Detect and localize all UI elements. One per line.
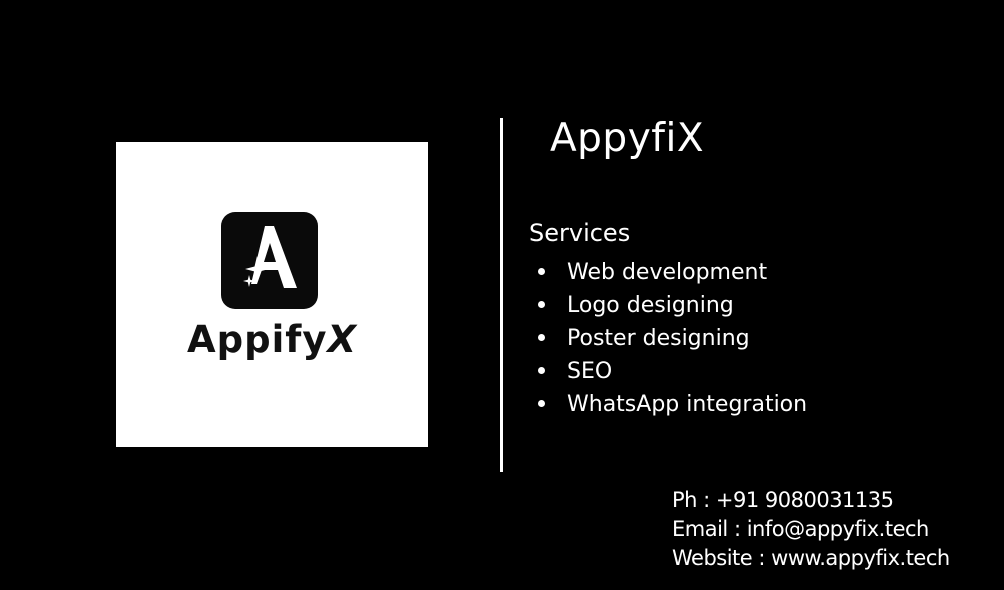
contact-block: Ph : +91 9080031135 Email : info@appyfix… — [672, 486, 950, 573]
bullet-icon — [538, 366, 545, 374]
service-label: Poster designing — [567, 326, 750, 351]
service-item: WhatsApp integration — [538, 388, 807, 421]
logo-wordmark: AppifyX — [116, 318, 428, 361]
email-text: Email : info@appyfix.tech — [672, 517, 929, 541]
bullet-icon — [538, 333, 545, 341]
bullet-icon — [538, 399, 545, 407]
company-name: AppyfiX — [550, 116, 705, 161]
logo-wordmark-main: Appify — [186, 318, 328, 361]
business-card: AppifyX AppyfiX Services Web development… — [0, 0, 1004, 590]
bullet-icon — [538, 267, 545, 275]
logo-tile — [221, 212, 318, 309]
bullet-icon — [538, 300, 545, 308]
logo-a-mark — [243, 226, 297, 288]
service-label: Web development — [567, 260, 768, 285]
vertical-divider — [500, 118, 503, 472]
services-list: Web development Logo designing Poster de… — [538, 256, 807, 421]
website-text: Website : www.appyfix.tech — [672, 546, 950, 570]
logo-letter-a — [251, 226, 297, 288]
logo-wordmark-x: X — [327, 318, 358, 361]
service-label: Logo designing — [567, 293, 734, 318]
services-heading: Services — [529, 219, 631, 247]
phone-text: Ph : +91 9080031135 — [672, 488, 894, 512]
service-item: Web development — [538, 256, 807, 289]
service-item: SEO — [538, 355, 807, 388]
service-label: SEO — [567, 359, 613, 384]
logo-panel: AppifyX — [116, 142, 428, 447]
service-label: WhatsApp integration — [567, 392, 808, 417]
service-item: Poster designing — [538, 322, 807, 355]
service-item: Logo designing — [538, 289, 807, 322]
